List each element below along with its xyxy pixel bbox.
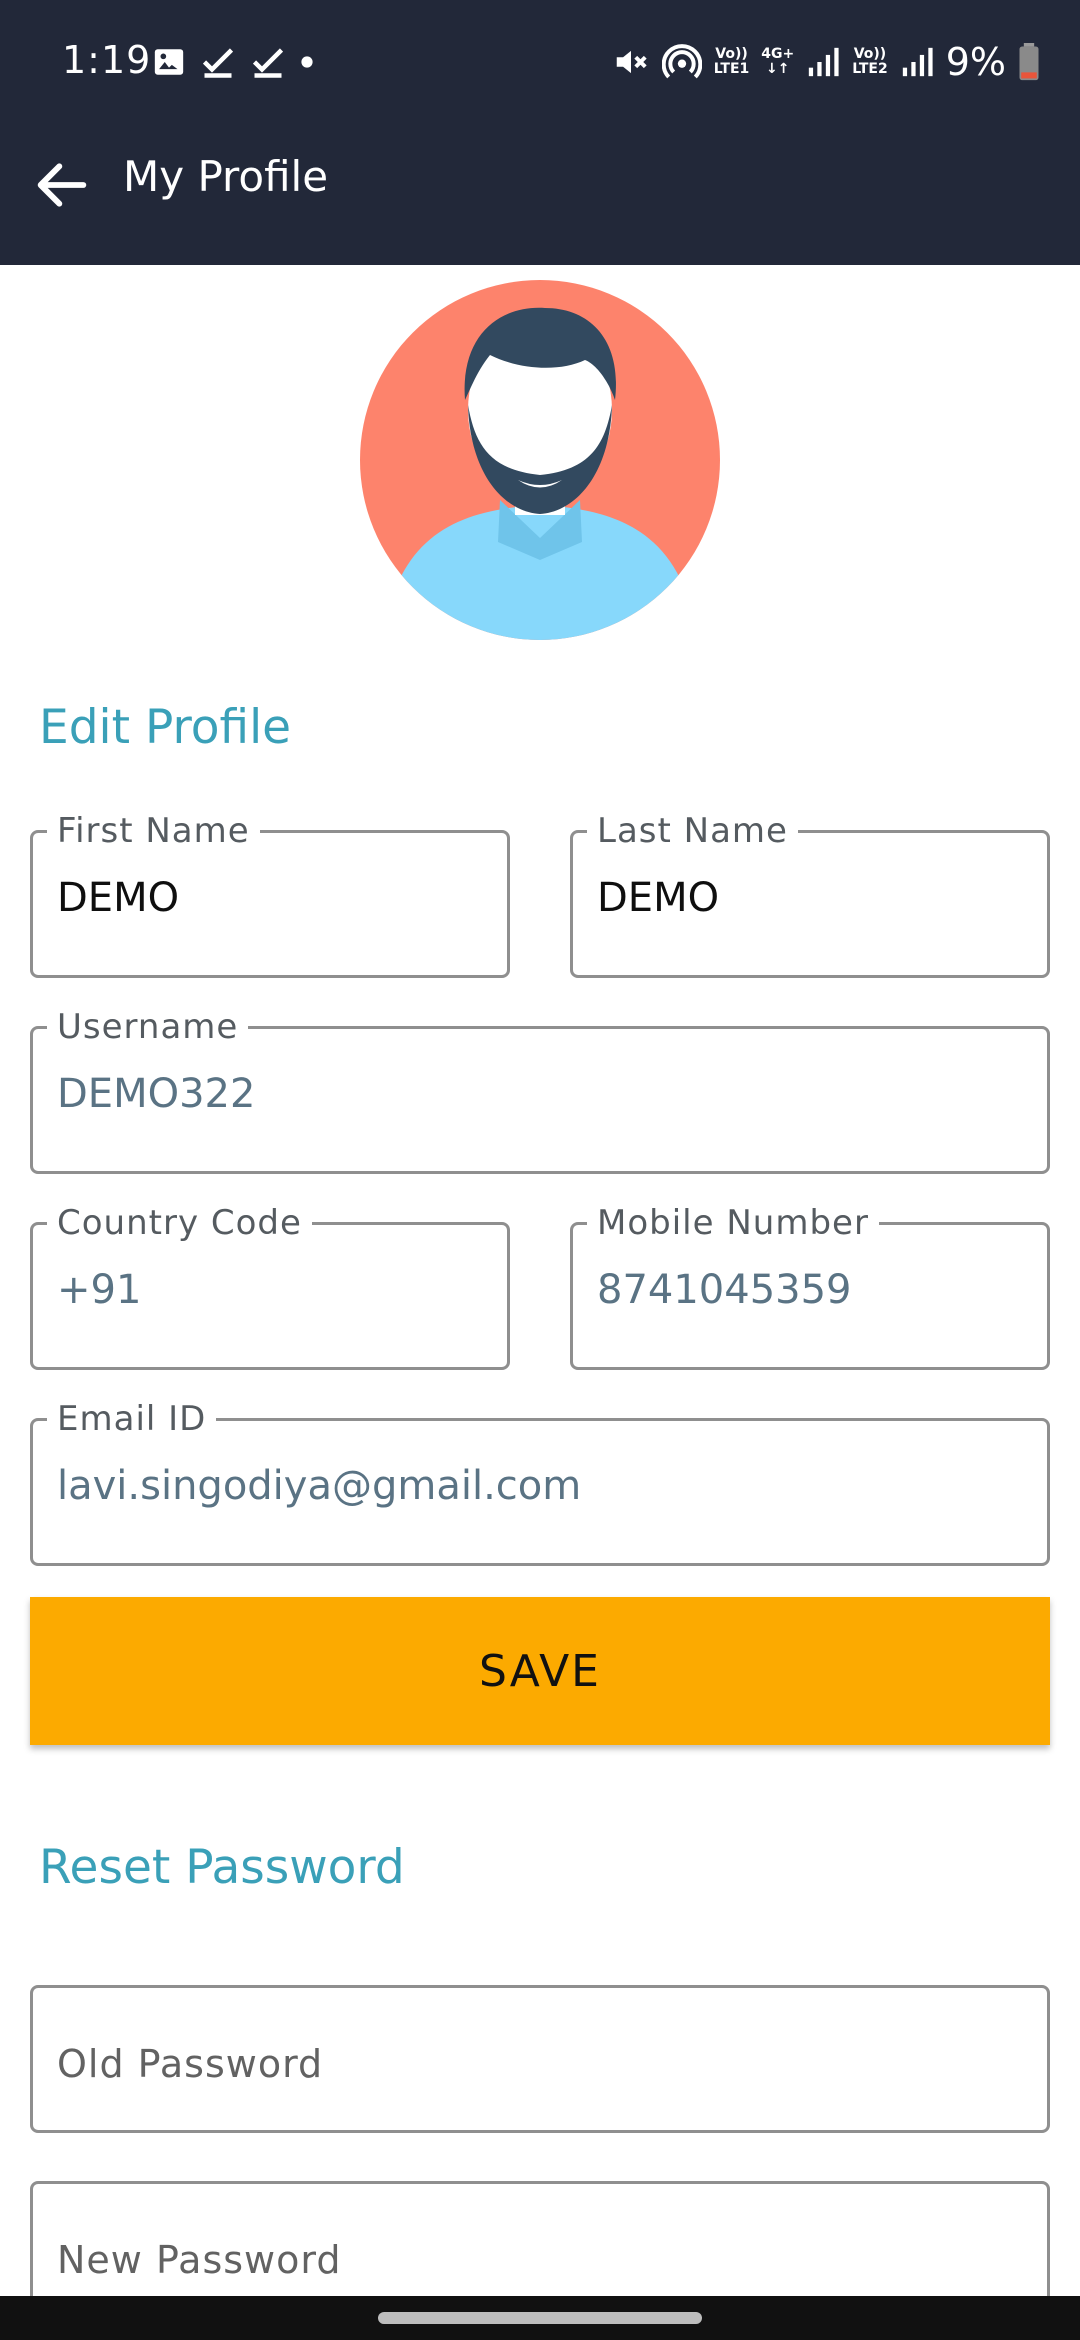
mobile-number-field[interactable]: Mobile Number 8741045359	[570, 1203, 1050, 1370]
arrow-back-icon	[37, 163, 87, 207]
battery-percent: 9%	[945, 40, 1006, 84]
status-time: 1:19	[62, 38, 152, 82]
mobile-number-label: Mobile Number	[587, 1203, 879, 1243]
check-icon	[252, 48, 284, 78]
lte1-label: Vo)) LTE1	[713, 46, 750, 77]
old-password-field[interactable]: Old Password	[30, 1985, 1050, 2133]
status-bar: 1:19 Vo)) LTE1 4G+ ↓↑ Vo)) LTE2 9%	[0, 0, 1080, 125]
signal-icon	[902, 47, 933, 77]
email-value[interactable]: lavi.singodiya@gmail.com	[57, 1463, 1023, 1509]
notification-icons	[152, 44, 314, 80]
country-code-value[interactable]: +91	[57, 1267, 483, 1313]
lte2-label: Vo)) LTE2	[852, 46, 888, 77]
app-bar: My Profile	[0, 125, 1080, 265]
country-code-label: Country Code	[47, 1203, 312, 1243]
last-name-field[interactable]: Last Name DEMO	[570, 811, 1050, 978]
hotspot-icon	[661, 44, 702, 79]
last-name-value[interactable]: DEMO	[597, 875, 1023, 921]
first-name-label: First Name	[47, 811, 260, 851]
dot-icon	[301, 56, 313, 68]
check-icon	[202, 48, 234, 78]
avatar[interactable]	[360, 280, 720, 640]
email-field[interactable]: Email ID lavi.singodiya@gmail.com	[30, 1399, 1050, 1566]
edit-profile-title: Edit Profile	[39, 700, 292, 755]
page-title: My Profile	[123, 152, 329, 201]
last-name-label: Last Name	[587, 811, 798, 851]
mute-icon	[616, 50, 647, 74]
signal-icon	[809, 47, 839, 77]
old-password-placeholder[interactable]: Old Password	[57, 2042, 323, 2086]
navigation-bar	[0, 2296, 1080, 2340]
username-label: Username	[47, 1007, 249, 1047]
first-name-field[interactable]: First Name DEMO	[30, 811, 510, 978]
country-code-field[interactable]: Country Code +91	[30, 1203, 510, 1370]
mobile-number-value[interactable]: 8741045359	[597, 1267, 1023, 1313]
reset-password-title: Reset Password	[39, 1840, 405, 1895]
save-button[interactable]: SAVE	[30, 1597, 1050, 1745]
email-label: Email ID	[47, 1399, 217, 1439]
username-value[interactable]: DEMO322	[57, 1071, 1023, 1117]
battery-icon	[1019, 43, 1039, 81]
4g-label: 4G+ ↓↑	[761, 46, 795, 77]
home-gesture-handle[interactable]	[378, 2312, 702, 2324]
back-button[interactable]	[30, 153, 94, 217]
first-name-value[interactable]: DEMO	[57, 875, 483, 921]
system-icons: Vo)) LTE1 4G+ ↓↑ Vo)) LTE2 9%	[612, 40, 1040, 84]
username-field[interactable]: Username DEMO322	[30, 1007, 1050, 1174]
new-password-placeholder[interactable]: New Password	[57, 2238, 341, 2282]
image-icon	[154, 49, 184, 75]
